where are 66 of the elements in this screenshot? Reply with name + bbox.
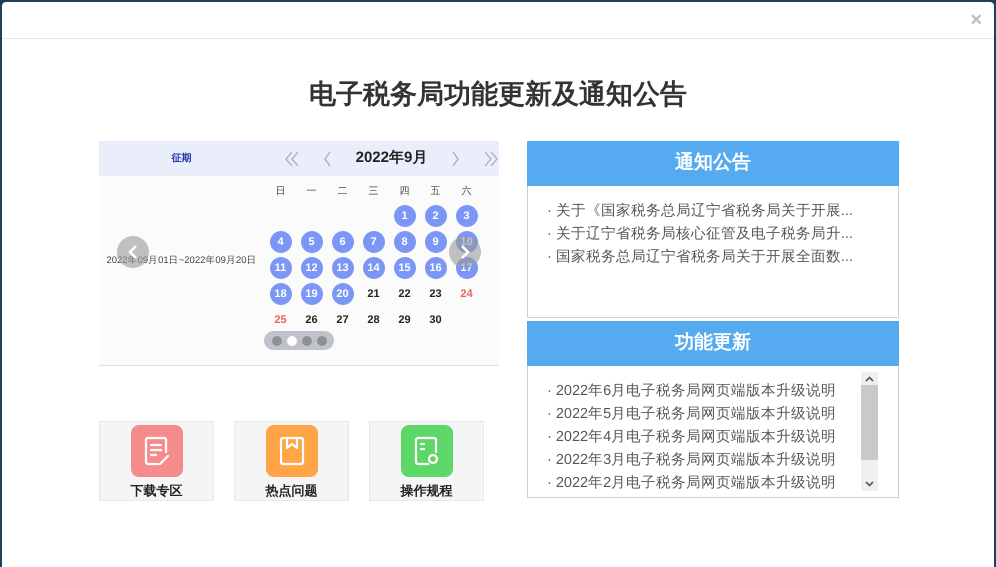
period-header: 征期 <box>170 152 192 166</box>
calendar-day[interactable]: 8 <box>394 231 416 253</box>
chevron-left-icon <box>323 150 332 168</box>
chevron-right-icon <box>460 245 470 259</box>
chevron-right-icon <box>450 150 460 168</box>
shortcut-tile[interactable]: 下载专区 <box>99 421 214 501</box>
document-gear-icon <box>414 436 440 466</box>
shortcut-tile[interactable]: 热点问题 <box>234 421 349 501</box>
calendar-day[interactable]: 29 <box>394 309 416 331</box>
weekday-label: 四 <box>400 184 410 198</box>
calendar-day[interactable]: 21 <box>362 283 384 305</box>
month-nav-button[interactable] <box>482 150 499 168</box>
scrollbar[interactable] <box>861 372 878 491</box>
calendar-day[interactable]: 27 <box>332 309 354 331</box>
panel-header: 通知公告 <box>527 141 899 186</box>
list-link[interactable]: · 2022年2月电子税务局网页端版本升级说明 <box>547 473 898 493</box>
calendar-day[interactable]: 22 <box>394 283 416 305</box>
list-link[interactable]: · 关于《国家税务总局辽宁省税务局关于开展... <box>547 201 898 221</box>
calendar-day[interactable]: 7 <box>362 231 384 253</box>
bookmark-book-icon <box>278 436 304 466</box>
shortcut-tile[interactable]: 操作规程 <box>369 421 484 501</box>
weekday-label: 日 <box>276 184 286 198</box>
double-chevron-left-icon <box>284 150 300 168</box>
calendar-day[interactable]: 26 <box>300 309 322 331</box>
calendar-day[interactable]: 11 <box>270 257 292 279</box>
weekday-label: 五 <box>430 184 440 198</box>
document-pencil-icon <box>144 436 170 466</box>
weekday-label: 三 <box>368 184 378 198</box>
calendar-day[interactable]: 14 <box>362 257 384 279</box>
calendar-day[interactable]: 25 <box>270 309 292 331</box>
scroll-up-icon[interactable] <box>865 376 874 382</box>
double-chevron-right-icon <box>482 150 499 168</box>
calendar-day[interactable]: 4 <box>270 231 292 253</box>
list-link[interactable]: · 关于辽宁省税务局核心征管及电子税务局升... <box>547 224 898 244</box>
month-nav-button[interactable] <box>284 150 300 168</box>
dialog-title: 电子税务局功能更新及通知公告 <box>308 78 688 111</box>
calendar-day[interactable]: 12 <box>300 257 322 279</box>
weekday-label: 二 <box>338 184 348 198</box>
calendar-day[interactable]: 18 <box>270 283 292 305</box>
close-button[interactable]: × <box>970 10 982 30</box>
calendar-day[interactable]: 23 <box>424 283 446 305</box>
panel-header: 功能更新 <box>527 321 899 366</box>
calendar-day[interactable]: 20 <box>332 283 354 305</box>
scroll-down-icon[interactable] <box>865 481 874 487</box>
calendar-day[interactable]: 13 <box>332 257 354 279</box>
list-link[interactable]: · 2022年6月电子税务局网页端版本升级说明 <box>547 381 898 401</box>
calendar-day[interactable]: 28 <box>362 309 384 331</box>
weekday-label: 一 <box>306 184 316 198</box>
calendar-day[interactable]: 16 <box>424 257 446 279</box>
calendar-day[interactable]: 17 <box>456 257 478 279</box>
month-label: 2022年9月 <box>356 148 428 168</box>
calendar-day[interactable]: 5 <box>300 231 322 253</box>
calendar-day[interactable]: 6 <box>332 231 354 253</box>
list-link[interactable]: · 2022年5月电子税务局网页端版本升级说明 <box>547 404 898 424</box>
calendar-day[interactable]: 19 <box>300 283 322 305</box>
calendar-day[interactable]: 3 <box>456 205 478 227</box>
calendar-day[interactable]: 9 <box>424 231 446 253</box>
calendar-day[interactable]: 30 <box>424 309 446 331</box>
list-link[interactable]: · 2022年3月电子税务局网页端版本升级说明 <box>547 450 898 470</box>
list-link[interactable]: · 国家税务总局辽宁省税务局关于开展全面数... <box>547 247 898 267</box>
calendar-day[interactable]: 15 <box>394 257 416 279</box>
weekday-label: 六 <box>462 184 472 198</box>
calendar-day[interactable]: 1 <box>394 205 416 227</box>
calendar-day[interactable]: 2 <box>424 205 446 227</box>
calendar-day[interactable]: 24 <box>456 283 478 305</box>
list-link[interactable]: · 2022年4月电子税务局网页端版本升级说明 <box>547 427 898 447</box>
